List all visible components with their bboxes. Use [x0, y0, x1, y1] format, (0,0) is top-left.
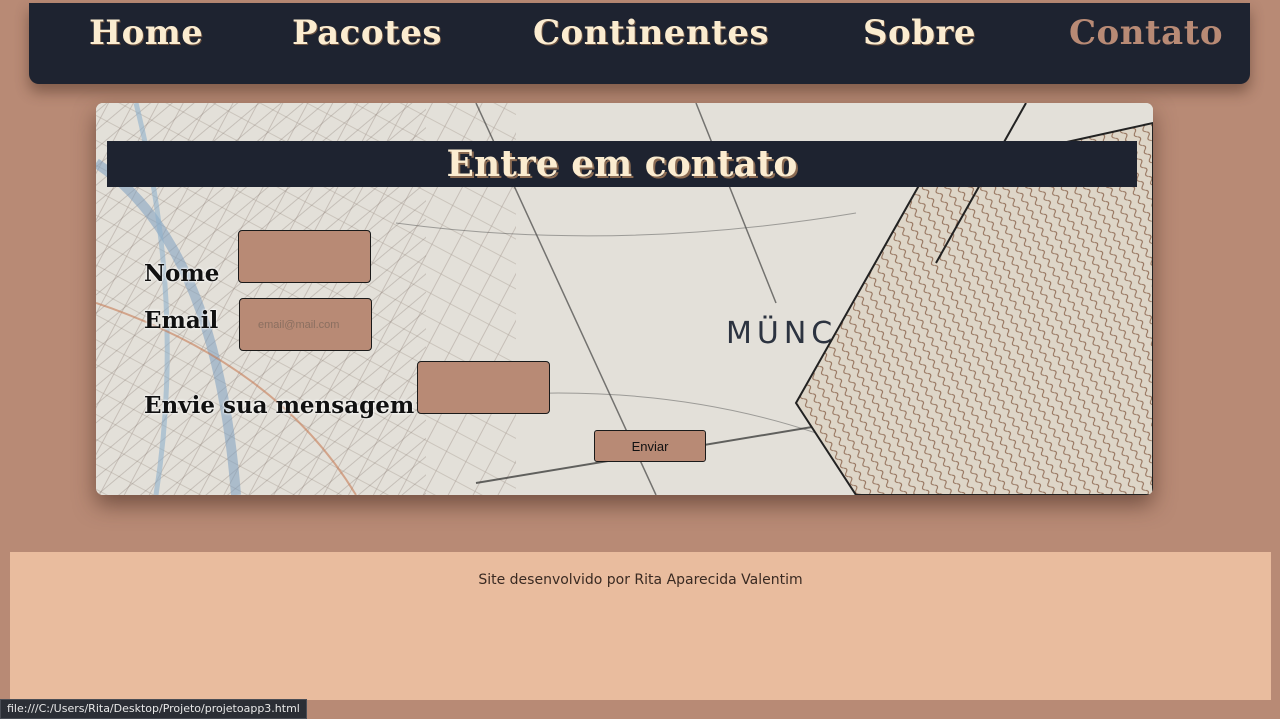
send-button[interactable]: Enviar: [594, 430, 706, 462]
nav-pacotes-link[interactable]: Pacotes: [292, 13, 442, 53]
name-label: Nome: [144, 260, 220, 287]
nav-continentes-link[interactable]: Continentes: [533, 13, 769, 53]
map-label-text: MÜNC: [726, 315, 837, 351]
page-title: Entre em contato: [446, 143, 798, 185]
top-nav: Home Pacotes Continentes Sobre Contato: [29, 3, 1250, 84]
nav-contato-link[interactable]: Contato: [1069, 13, 1223, 53]
title-banner: Entre em contato: [107, 141, 1137, 187]
email-label: Email: [144, 307, 219, 334]
footer: Site desenvolvido por Rita Aparecida Val…: [10, 552, 1271, 700]
contact-card: MÜNC Entre em contato Nome Email Envie s…: [96, 103, 1153, 495]
message-label: Envie sua mensagem: [144, 392, 415, 419]
email-input[interactable]: [239, 298, 372, 351]
nav-home-link[interactable]: Home: [89, 13, 203, 53]
browser-status-url: file:///C:/Users/Rita/Desktop/Projeto/pr…: [0, 699, 307, 719]
nav-sobre-link[interactable]: Sobre: [863, 13, 976, 53]
name-input[interactable]: [238, 230, 371, 283]
footer-credit: Site desenvolvido por Rita Aparecida Val…: [478, 572, 803, 588]
message-input[interactable]: [417, 361, 550, 414]
